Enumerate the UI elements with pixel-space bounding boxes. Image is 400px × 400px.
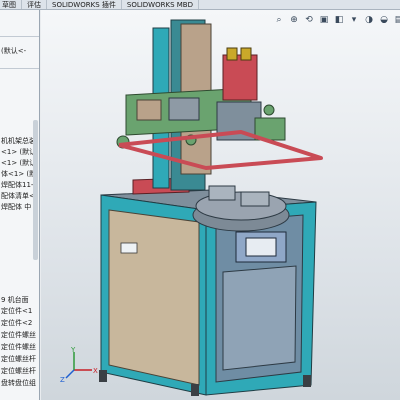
triad-z-label: Z [60,376,65,384]
base-foot [99,370,107,382]
appearance-icon[interactable]: ◒ [378,14,390,26]
motor-top [226,47,238,61]
tab-solidworks-addins[interactable]: SOLIDWORKS 插件 [47,0,122,9]
tree-item[interactable]: 盘转盘位组 [0,378,39,389]
hide-show-icon[interactable]: ◑ [363,14,375,26]
tree-item[interactable]: 定位螺丝杆 [0,366,39,377]
tree-item[interactable]: 定位螺丝杆 [0,354,39,365]
tab-solidworks-mbd[interactable]: SOLIDWORKS MBD [122,0,199,9]
scene-icon[interactable]: ▤ [393,14,400,26]
tab-evaluate[interactable]: 评估 [22,0,47,9]
tree-item[interactable]: 定位件<1 [0,306,39,317]
solidworks-window: 草图 评估 SOLIDWORKS 插件 SOLIDWORKS MBD (默认<-… [0,0,400,400]
fixture-block [208,185,236,201]
tree-divider [0,36,39,37]
heads-up-view-toolbar: ⌕ ⊕ ⟲ ▣ ◧ ▾ ◑ ◒ ▤ ● [273,14,400,28]
tree-item-config[interactable]: (默认<- [0,46,39,57]
control-screen [245,237,277,257]
zoom-icon[interactable]: ⊕ [288,14,300,26]
motor-housing [222,54,258,101]
section-icon[interactable]: ▣ [318,14,330,26]
cabinet-label [120,242,138,254]
tree-item[interactable]: 定位件螺丝 [0,330,39,341]
slide-block [136,99,162,121]
command-manager-tabs: 草图 评估 SOLIDWORKS 插件 SOLIDWORKS MBD [0,0,400,10]
motor-top [240,47,252,61]
tree-item[interactable]: 定位件螺丝 [0,342,39,353]
view-triad: X Y Z [60,346,98,384]
graphics-area[interactable]: ⌕ ⊕ ⟲ ▣ ◧ ▾ ◑ ◒ ▤ ● [41,10,400,400]
base-foot [191,384,199,396]
triad-x-label: X [93,367,98,375]
tree-scrollbar[interactable] [33,120,38,260]
machine-model[interactable]: X Y Z [41,10,400,400]
view-orientation-icon[interactable]: ▾ [348,14,360,26]
triad-y-label: Y [70,346,76,354]
slide-block [168,97,200,121]
cabinet-left-panel [108,209,200,386]
search-icon[interactable]: ⌕ [273,14,285,26]
display-style-icon[interactable]: ◧ [333,14,345,26]
tree-item[interactable]: 9 机台面 [0,295,39,306]
knob [263,104,275,116]
cabinet-window [222,265,297,371]
fixture-block [240,191,270,207]
tab-sketch[interactable]: 草图 [0,0,22,9]
base-foot [303,375,311,387]
tree-divider [0,68,39,69]
tree-item[interactable]: 定位件<2 [0,318,39,329]
feature-manager-tree: (默认<- 机机架总装 <1> (默认 <1> (默认 体<1> (默 焊配体1… [0,10,40,400]
rotate-icon[interactable]: ⟲ [303,14,315,26]
